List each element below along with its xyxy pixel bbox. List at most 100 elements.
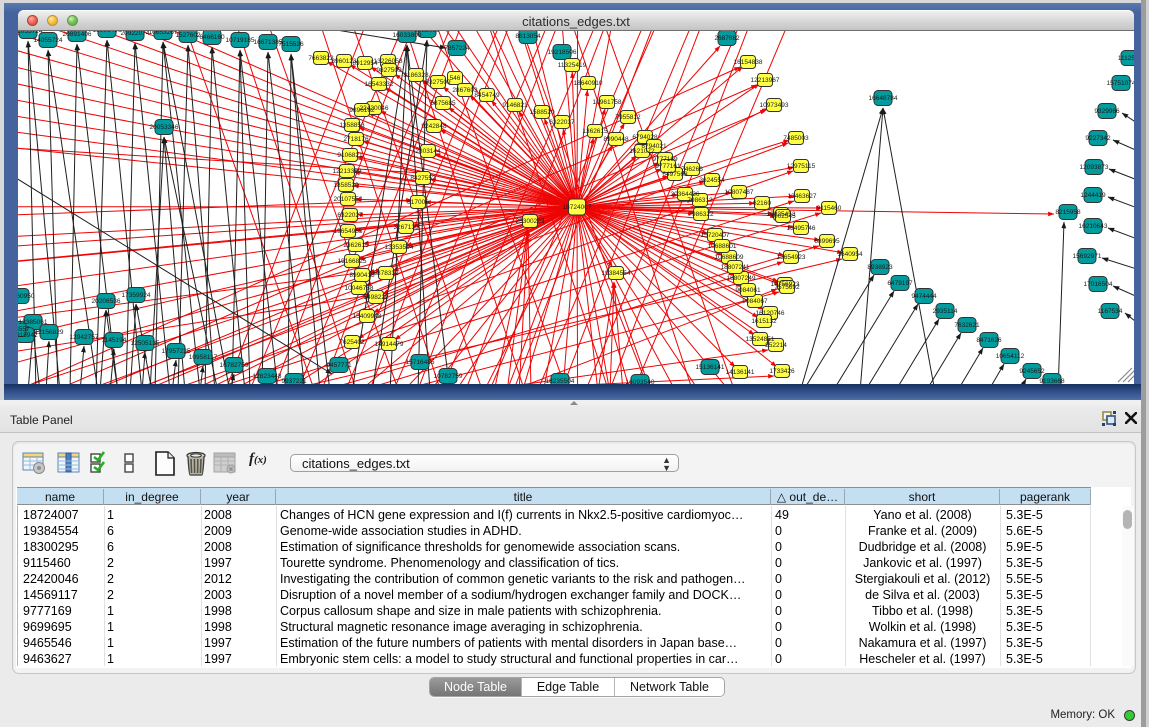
svg-text:7632621: 7632621 <box>954 322 980 329</box>
svg-text:15136141: 15136141 <box>696 364 725 371</box>
svg-text:1588520: 1588520 <box>529 109 555 116</box>
svg-text:10046788: 10046788 <box>345 285 374 292</box>
svg-text:8471626: 8471626 <box>976 337 1002 344</box>
svg-text:1244419: 1244419 <box>1080 192 1106 199</box>
svg-text:1362615: 1362615 <box>582 128 608 135</box>
svg-text:15692971: 15692971 <box>1073 253 1102 260</box>
svg-text:11325419: 11325419 <box>558 62 587 69</box>
svg-text:10654112: 10654112 <box>996 353 1025 360</box>
svg-text:9882096: 9882096 <box>414 31 440 34</box>
svg-text:7485003: 7485003 <box>783 135 809 142</box>
svg-text:6322037: 6322037 <box>549 119 575 126</box>
svg-text:8990448: 8990448 <box>603 136 629 143</box>
svg-text:20053346: 20053346 <box>150 124 179 131</box>
svg-text:16782759: 16782759 <box>220 362 249 369</box>
svg-text:9146821: 9146821 <box>502 102 528 109</box>
svg-text:12823448: 12823448 <box>253 373 282 380</box>
svg-text:19218506: 19218506 <box>548 49 577 56</box>
svg-text:6899695: 6899695 <box>814 238 840 245</box>
svg-text:20107552: 20107552 <box>334 196 363 203</box>
svg-text:15720407: 15720407 <box>701 232 730 239</box>
svg-text:1733426: 1733426 <box>769 368 795 375</box>
svg-text:10961758: 10961758 <box>593 99 622 106</box>
svg-text:7515526: 7515526 <box>278 41 304 48</box>
svg-text:25300293: 25300293 <box>516 218 545 225</box>
svg-text:19166825: 19166825 <box>338 258 367 265</box>
svg-text:13495746: 13495746 <box>787 225 816 232</box>
svg-text:10958117: 10958117 <box>189 354 218 361</box>
svg-text:9084067: 9084067 <box>742 298 768 305</box>
svg-text:18807241: 18807241 <box>721 264 750 271</box>
svg-text:16543332: 16543332 <box>365 81 394 88</box>
svg-text:12385061: 12385061 <box>19 319 48 326</box>
svg-text:20891406: 20891406 <box>63 31 92 38</box>
svg-text:7575692: 7575692 <box>774 284 800 291</box>
svg-text:9242848: 9242848 <box>421 123 447 130</box>
svg-text:8990418: 8990418 <box>349 272 375 279</box>
svg-text:18640910: 18640910 <box>574 80 603 87</box>
svg-text:8813054: 8813054 <box>515 33 541 40</box>
svg-text:20206536: 20206536 <box>92 298 121 305</box>
svg-text:746266: 746266 <box>681 166 703 173</box>
svg-text:2362615: 2362615 <box>343 242 369 249</box>
svg-text:14914479: 14914479 <box>375 341 404 348</box>
svg-text:2687682: 2687682 <box>714 35 740 42</box>
svg-text:10973493: 10973493 <box>760 102 789 109</box>
svg-text:12213389: 12213389 <box>333 168 362 175</box>
svg-text:13226058: 13226058 <box>374 58 403 65</box>
svg-text:17359924: 17359924 <box>122 292 151 299</box>
svg-text:13654923: 13654923 <box>777 254 806 261</box>
svg-text:10782759: 10782759 <box>434 373 463 380</box>
svg-text:17016504: 17016504 <box>1084 281 1113 288</box>
svg-text:12505135: 12505135 <box>131 340 160 347</box>
svg-text:7986312: 7986312 <box>687 197 713 204</box>
svg-text:62160: 62160 <box>753 200 771 207</box>
svg-text:1112504: 1112504 <box>1118 55 1134 62</box>
svg-text:15409948: 15409948 <box>353 313 382 320</box>
svg-text:817006: 817006 <box>407 199 429 206</box>
svg-text:12093873: 12093873 <box>1080 164 1109 171</box>
svg-text:7986322: 7986322 <box>688 211 714 218</box>
svg-text:1358853: 1358853 <box>339 122 365 129</box>
svg-text:9457771: 9457771 <box>326 362 352 369</box>
svg-text:2718176: 2718176 <box>343 136 369 143</box>
svg-text:9777169: 9777169 <box>652 156 678 163</box>
svg-text:14055724: 14055724 <box>34 37 63 44</box>
svg-text:10688601: 10688601 <box>708 243 737 250</box>
svg-text:1615132: 1615132 <box>751 318 777 325</box>
svg-text:18906496: 18906496 <box>93 31 122 34</box>
svg-text:9327509: 9327509 <box>425 79 451 86</box>
svg-text:16648784: 16648784 <box>869 95 898 102</box>
svg-text:9193668: 9193668 <box>1039 378 1065 384</box>
svg-text:9115460: 9115460 <box>817 205 842 212</box>
svg-text:7955812: 7955812 <box>615 114 641 121</box>
svg-text:6878332: 6878332 <box>373 270 399 277</box>
svg-text:8215958: 8215958 <box>1055 209 1081 216</box>
svg-text:6794021: 6794021 <box>641 143 667 150</box>
svg-text:252214: 252214 <box>765 342 787 349</box>
svg-text:9106821: 9106821 <box>337 152 363 159</box>
svg-text:18807249: 18807249 <box>727 275 756 282</box>
svg-text:7663822: 7663822 <box>308 55 334 62</box>
svg-text:9937221: 9937221 <box>281 378 307 384</box>
svg-text:1527602: 1527602 <box>175 32 201 39</box>
svg-text:10807487: 10807487 <box>725 189 754 196</box>
svg-text:9474444: 9474444 <box>911 293 937 300</box>
svg-text:1640954: 1640954 <box>837 251 863 258</box>
svg-text:12942757: 12942757 <box>70 334 99 341</box>
svg-text:9329966: 9329966 <box>1094 108 1120 115</box>
svg-text:1002545: 1002545 <box>770 213 796 220</box>
svg-text:10653267: 10653267 <box>149 31 178 36</box>
svg-text:20922074: 20922074 <box>121 31 150 37</box>
svg-text:16120746: 16120746 <box>756 310 785 317</box>
svg-text:6466160: 6466160 <box>199 34 225 41</box>
svg-text:3624554: 3624554 <box>699 177 725 184</box>
svg-text:12055724: 12055724 <box>18 31 43 35</box>
svg-text:2803144: 2803144 <box>415 148 441 155</box>
svg-text:16093540: 16093540 <box>626 379 655 384</box>
svg-text:12156829: 12156829 <box>35 329 64 336</box>
svg-text:3267130: 3267130 <box>393 224 419 231</box>
svg-text:6794028: 6794028 <box>632 134 658 141</box>
svg-text:26260950: 26260950 <box>18 293 35 300</box>
svg-text:9084061: 9084061 <box>735 287 761 294</box>
